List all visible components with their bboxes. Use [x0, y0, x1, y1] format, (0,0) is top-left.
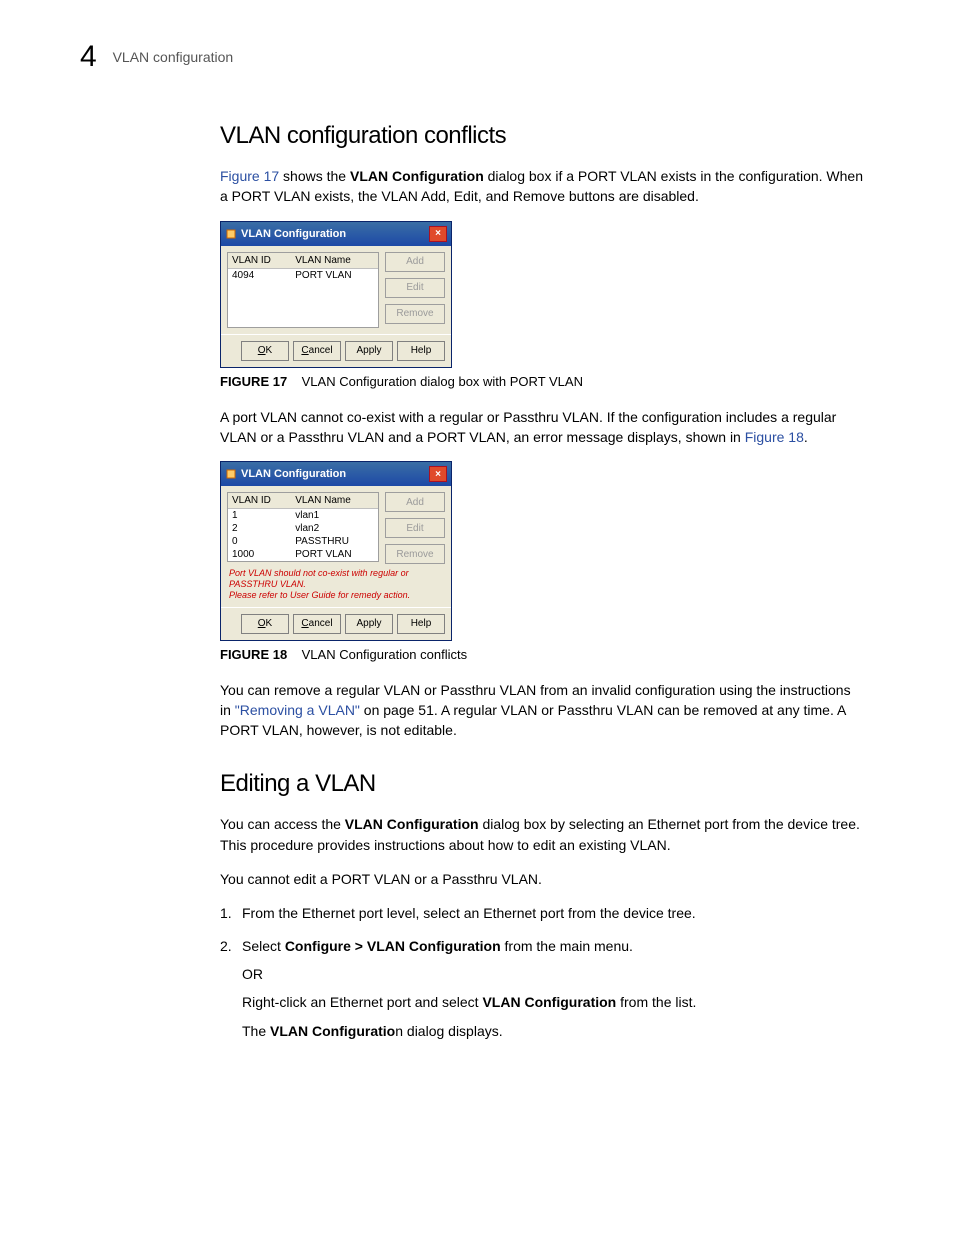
para-fig17-intro: Figure 17 shows the VLAN Configuration d… — [220, 166, 864, 207]
table-row: 4094 PORT VLAN — [228, 268, 378, 282]
edit-button: Edit — [385, 278, 445, 298]
step-or: OR — [242, 964, 864, 984]
list-item: 1.From the Ethernet port level, select a… — [220, 903, 864, 923]
para-conflict-desc: A port VLAN cannot co-exist with a regul… — [220, 407, 864, 448]
table-row: 1vlan1 — [228, 509, 378, 523]
chapter-number: 4 — [80, 40, 97, 73]
section-heading-conflicts: VLAN configuration conflicts — [220, 122, 864, 150]
remove-button: Remove — [385, 304, 445, 324]
steps-list: 1.From the Ethernet port level, select a… — [220, 903, 864, 1040]
close-icon[interactable]: × — [429, 226, 447, 242]
para-remove-desc: You can remove a regular VLAN or Passthr… — [220, 680, 864, 741]
vlan-table: VLAN ID VLAN Name 1vlan1 2vlan2 0PASSTHR… — [228, 493, 378, 561]
apply-button[interactable]: Apply — [345, 614, 393, 634]
link-figure-18[interactable]: Figure 18 — [745, 429, 804, 445]
vlan-table: VLAN ID VLAN Name 4094 PORT VLAN — [228, 253, 378, 282]
figure17-caption: FIGURE 17 VLAN Configuration dialog box … — [220, 374, 864, 389]
ok-button[interactable]: OK — [241, 614, 289, 634]
link-figure-17[interactable]: Figure 17 — [220, 168, 279, 184]
dialog-title: VLAN Configuration — [241, 468, 346, 480]
page-header: 4 VLAN configuration — [80, 40, 864, 74]
list-item: 2.Select Configure > VLAN Configuration … — [220, 936, 864, 1041]
fig17-dialog: VLAN Configuration × VLAN ID VLAN Name — [220, 221, 452, 368]
error-message: Port VLAN should not co-exist with regul… — [227, 564, 445, 600]
cancel-button[interactable]: Cancel — [293, 341, 341, 361]
step-result: The VLAN Configuration dialog displays. — [242, 1021, 864, 1041]
table-row: 2vlan2 — [228, 522, 378, 535]
close-icon[interactable]: × — [429, 466, 447, 482]
step-alt: Right-click an Ethernet port and select … — [242, 992, 864, 1012]
section-heading-editing: Editing a VLAN — [220, 770, 864, 798]
col-vlan-name: VLAN Name — [291, 253, 378, 269]
page: 4 VLAN configuration VLAN configuration … — [0, 0, 954, 1113]
help-button[interactable]: Help — [397, 341, 445, 361]
figure18-caption: FIGURE 18 VLAN Configuration conflicts — [220, 647, 864, 662]
ok-button[interactable]: OK — [241, 341, 289, 361]
dialog-titlebar: VLAN Configuration × — [221, 462, 451, 486]
remove-button: Remove — [385, 544, 445, 564]
content: VLAN configuration conflicts Figure 17 s… — [220, 122, 864, 1041]
table-row: 1000PORT VLAN — [228, 548, 378, 561]
table-row: 0PASSTHRU — [228, 535, 378, 548]
dialog-title: VLAN Configuration — [241, 228, 346, 240]
col-vlan-id: VLAN ID — [228, 493, 291, 509]
edit-button: Edit — [385, 518, 445, 538]
col-vlan-name: VLAN Name — [291, 493, 378, 509]
fig18-dialog: VLAN Configuration × VLAN ID VLAN Name 1… — [220, 461, 452, 640]
help-button[interactable]: Help — [397, 614, 445, 634]
para-editing-intro: You can access the VLAN Configuration di… — [220, 814, 864, 855]
cancel-button[interactable]: Cancel — [293, 614, 341, 634]
add-button: Add — [385, 492, 445, 512]
link-removing-vlan[interactable]: "Removing a VLAN" — [235, 702, 360, 718]
app-icon — [225, 468, 237, 480]
app-icon — [225, 228, 237, 240]
apply-button[interactable]: Apply — [345, 341, 393, 361]
running-title: VLAN configuration — [113, 49, 234, 65]
col-vlan-id: VLAN ID — [228, 253, 291, 269]
add-button: Add — [385, 252, 445, 272]
dialog-titlebar: VLAN Configuration × — [221, 222, 451, 246]
para-cannot-edit: You cannot edit a PORT VLAN or a Passthr… — [220, 869, 864, 889]
